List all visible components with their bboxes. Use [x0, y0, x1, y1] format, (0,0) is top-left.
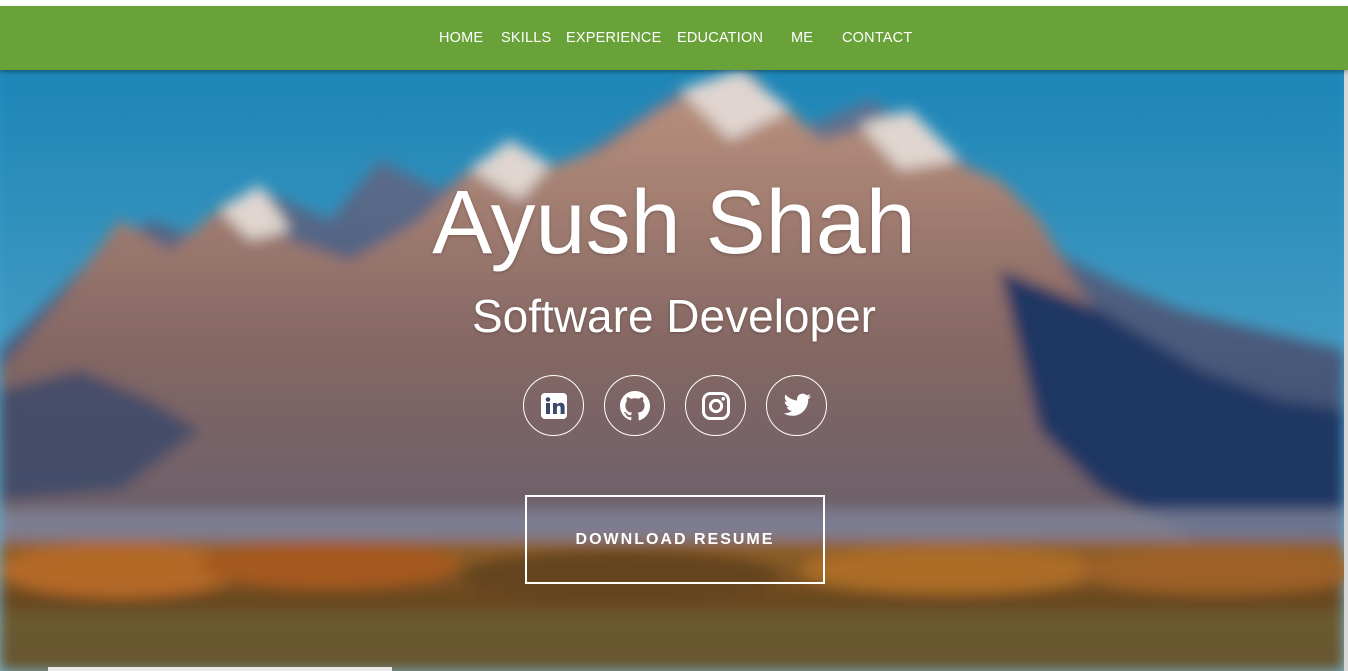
nav-home[interactable]: HOME: [439, 30, 483, 46]
instagram-link[interactable]: [685, 375, 746, 436]
github-link[interactable]: [604, 375, 665, 436]
nav-contact[interactable]: CONTACT: [842, 30, 912, 46]
twitter-icon: [783, 393, 811, 416]
download-resume-button[interactable]: DOWNLOAD RESUME: [525, 495, 825, 584]
nav-skills[interactable]: SKILLS: [501, 30, 551, 46]
nav-me[interactable]: ME: [791, 30, 813, 46]
linkedin-link[interactable]: [523, 375, 584, 436]
hero-name: Ayush Shah: [432, 173, 916, 273]
nav-education[interactable]: EDUCATION: [677, 30, 763, 46]
navbar: HOME SKILLS EXPERIENCE EDUCATION ME CONT…: [0, 6, 1348, 70]
nav-experience[interactable]: EXPERIENCE: [566, 30, 661, 46]
horizontal-scroll-indicator: [48, 667, 392, 671]
instagram-icon: [701, 391, 730, 420]
linkedin-icon: [540, 392, 567, 419]
scrollbar-track[interactable]: [1344, 70, 1348, 671]
twitter-link[interactable]: [766, 375, 827, 436]
hero-role: Software Developer: [472, 290, 876, 342]
github-icon: [619, 390, 650, 420]
